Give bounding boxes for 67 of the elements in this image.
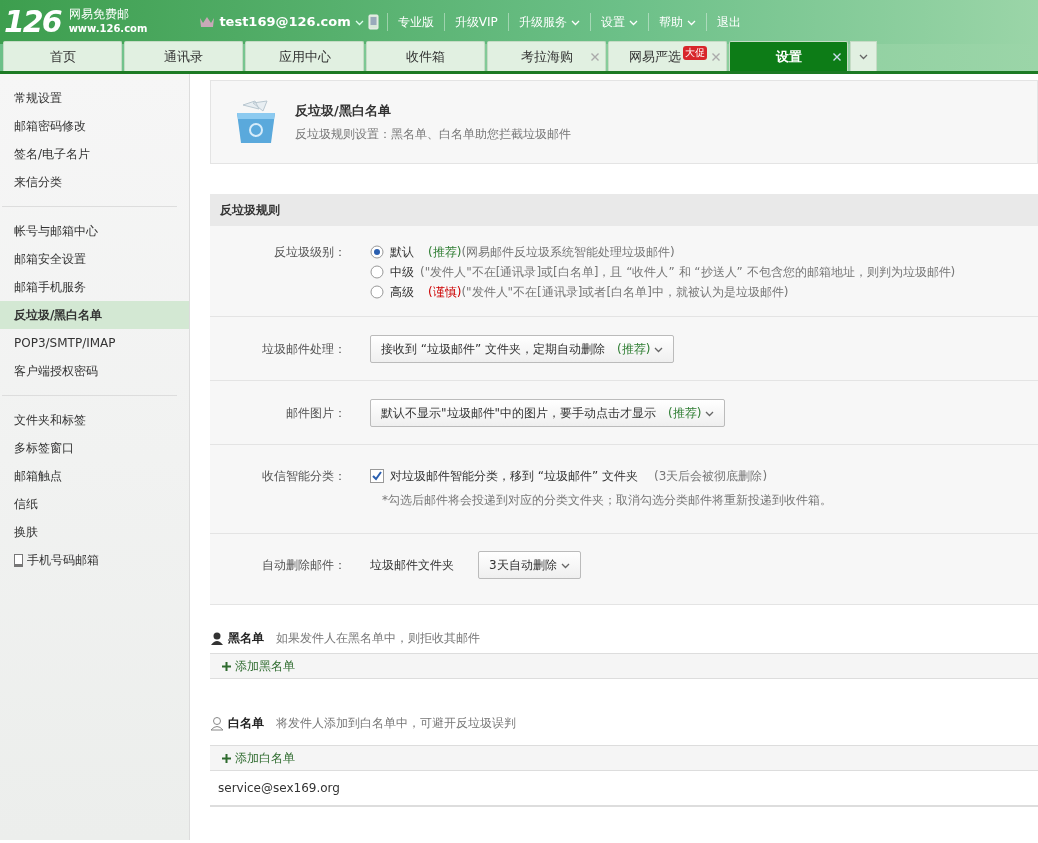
sidebar-item[interactable]: POP3/SMTP/IMAP [0, 329, 189, 357]
tab[interactable]: 首页 [3, 41, 122, 71]
logo: 126 [4, 7, 61, 37]
close-icon[interactable] [591, 53, 599, 61]
tab[interactable]: 网易严选 大促 [608, 41, 727, 71]
sidebar-item[interactable]: 反垃圾/黑白名单 [0, 301, 189, 329]
phone-icon[interactable] [367, 14, 379, 30]
promo-badge: 大促 [682, 45, 707, 60]
checkbox-label: 对垃圾邮件智能分类，移到 “垃圾邮件” 文件夹 (3天后会被彻底删除) [390, 468, 768, 485]
list-description: 将发件人添加到白名单中，可避开反垃圾误判 [276, 715, 516, 732]
phone-icon [14, 553, 23, 567]
sidebar-item[interactable]: 手机号码邮箱 [0, 546, 189, 574]
sidebar-item[interactable]: 邮箱安全设置 [0, 245, 189, 273]
person-icon [210, 715, 224, 731]
list-title: 黑名单 [228, 630, 264, 647]
field-label: 收信智能分类： [262, 469, 346, 483]
option-text: 默认 (推荐)(网易邮件反垃圾系统智能处理垃圾邮件) [390, 244, 675, 261]
radio-button[interactable] [370, 265, 384, 279]
tab[interactable]: 收件箱 [366, 41, 485, 71]
close-icon[interactable] [833, 53, 841, 61]
field-label: 邮件图片： [286, 406, 346, 420]
tab-menu-button[interactable] [850, 41, 877, 71]
crown-icon [199, 15, 216, 29]
sidebar-item[interactable]: 来信分类 [0, 168, 189, 196]
sidebar-item[interactable]: 客户端授权密码 [0, 357, 189, 385]
field-label: 垃圾邮件处理： [262, 342, 346, 356]
site-url: www.126.com [68, 22, 148, 37]
dropdown-select[interactable]: 默认不显示"垃圾邮件"中的图片，要手动点击才显示 (推荐) [370, 399, 726, 427]
page-title: 反垃圾/黑白名单 [295, 102, 392, 121]
sidebar-item[interactable]: 常规设置 [0, 84, 189, 112]
tab[interactable]: 考拉海购 [487, 41, 606, 71]
sidebar-item[interactable]: 换肤 [0, 518, 189, 546]
sidebar-item[interactable]: 邮箱密码修改 [0, 112, 189, 140]
email-entry: service@sex169.org [218, 780, 340, 797]
add-link[interactable]: 添加黑名单 [222, 657, 295, 675]
list-description: 如果发件人在黑名单中，则拒收其邮件 [276, 630, 480, 647]
close-icon[interactable] [712, 53, 720, 61]
folder-name: 垃圾邮件文件夹 [370, 557, 454, 574]
tab[interactable]: 设置 [729, 41, 848, 71]
dropdown-select[interactable]: 接收到 “垃圾邮件” 文件夹，定期自动删除 (推荐) [370, 335, 675, 363]
tab[interactable]: 通讯录 [124, 41, 243, 71]
person-icon [210, 630, 224, 646]
plus-icon [222, 753, 231, 763]
add-link[interactable]: 添加白名单 [222, 749, 295, 767]
sidebar-item[interactable]: 帐号与邮箱中心 [0, 217, 189, 245]
checkbox[interactable] [370, 469, 384, 483]
sidebar-item[interactable]: 文件夹和标签 [0, 406, 189, 434]
sidebar-item[interactable]: 信纸 [0, 490, 189, 518]
sidebar-item[interactable]: 签名/电子名片 [0, 140, 189, 168]
sidebar-item[interactable]: 多标签窗口 [0, 434, 189, 462]
radio-button[interactable] [370, 245, 384, 259]
plus-icon [222, 661, 231, 671]
radio-button[interactable] [370, 285, 384, 299]
sidebar-item[interactable]: 邮箱手机服务 [0, 273, 189, 301]
section-header: 反垃圾规则 [210, 194, 1038, 226]
tab[interactable]: 应用中心 [245, 41, 364, 71]
sidebar-item[interactable]: 邮箱触点 [0, 462, 189, 490]
brand-name: 网易免费邮 [68, 7, 130, 22]
hint-text: *勾选后邮件将会投递到对应的分类文件夹；取消勾选分类邮件将重新投递到收件箱。 [382, 492, 832, 509]
field-label: 自动删除邮件： [262, 558, 346, 572]
list-title: 白名单 [228, 715, 264, 732]
dropdown-select[interactable]: 3天自动删除 [478, 551, 581, 579]
option-text: 中级 ("发件人"不在[通讯录]或[白名单]，且 “收件人” 和 “抄送人” 不包含您的邮箱地址，则判为垃圾邮件) [390, 264, 956, 281]
option-text: 高级 (谨慎)("发件人"不在[通讯录]或者[白名单]中，就被认为是垃圾邮件) [390, 284, 789, 301]
caret-icon [859, 52, 868, 61]
field-label: 反垃圾级别： [274, 245, 346, 259]
page-subtitle: 反垃圾规则设置：黑名单、白名单助您拦截垃圾邮件 [295, 125, 571, 143]
